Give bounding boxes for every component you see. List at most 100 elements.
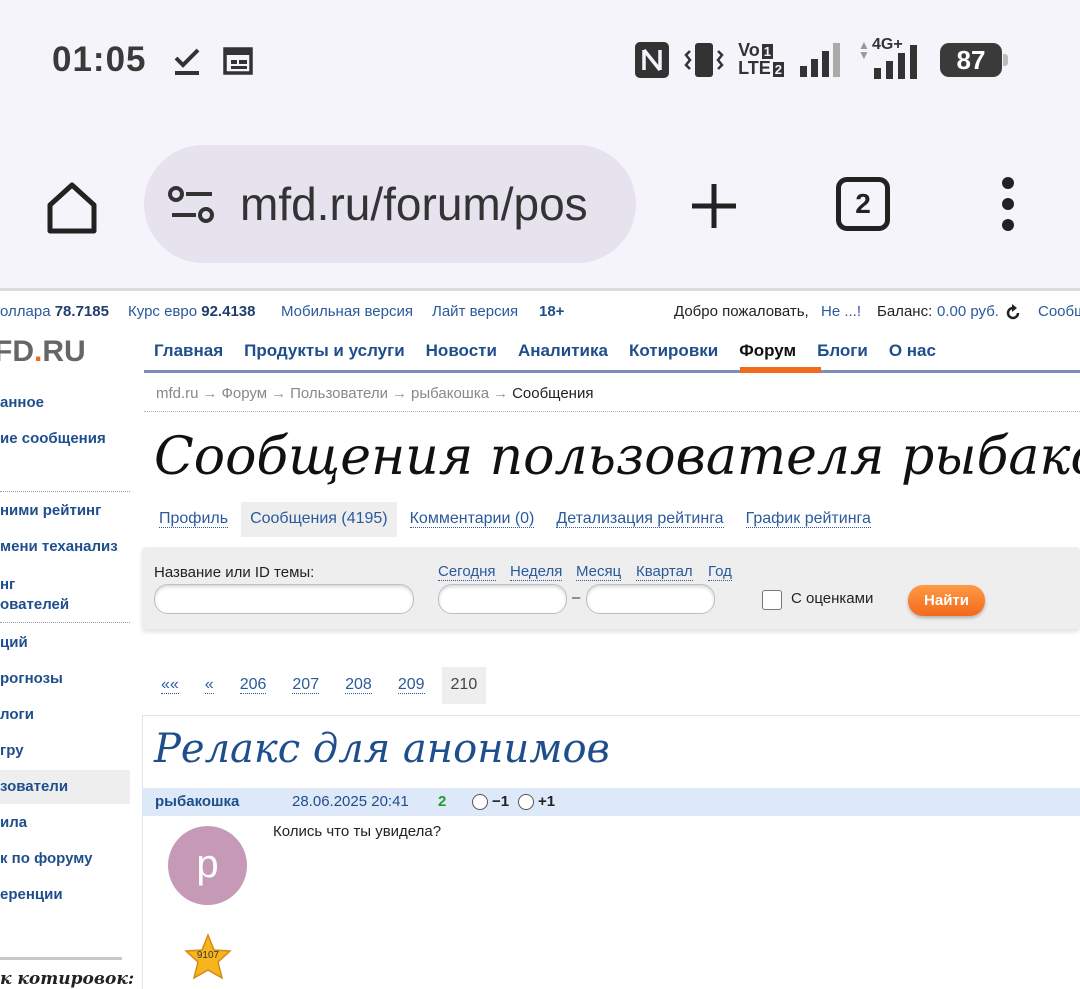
- nav-forum[interactable]: Форум: [739, 341, 796, 361]
- nav-underline: [144, 370, 1080, 373]
- pagination: «« « 206 207 208 209 210: [152, 667, 494, 704]
- with-ratings-checkbox[interactable]: [762, 590, 782, 610]
- nav-products[interactable]: Продукты и услуги: [244, 341, 405, 361]
- sidebar-separator: [0, 622, 130, 623]
- more-vert-icon[interactable]: [996, 177, 1020, 237]
- refresh-icon[interactable]: [1004, 304, 1022, 322]
- tabs-icon[interactable]: 2: [836, 177, 890, 231]
- new-tab-icon[interactable]: [686, 178, 742, 234]
- pager-page[interactable]: 207: [283, 667, 328, 704]
- sidebar-item-forum-search[interactable]: к по форуму: [0, 849, 93, 869]
- euro-rate-label: Курс евро: [128, 303, 198, 320]
- nfc-icon: [635, 42, 670, 78]
- breadcrumb-item[interactable]: mfd.ru: [156, 385, 199, 402]
- date-to-input[interactable]: [586, 584, 715, 614]
- post-body: Колись что ты увидела?: [273, 823, 442, 840]
- period-today[interactable]: Сегодня: [438, 564, 496, 581]
- sidebar-separator: [0, 491, 130, 492]
- user-link[interactable]: Не ...!: [821, 303, 861, 320]
- balance-label: Баланс:: [877, 303, 933, 320]
- pager-page[interactable]: 209: [389, 667, 434, 704]
- tab-rating-details[interactable]: Детализация рейтинга: [547, 502, 732, 537]
- breadcrumb: mfd.ru → Форум → Пользователи → рыбакошка → Сооб…: [156, 385, 594, 402]
- web-page: оллара 78.7185 Курс евро 92.4138 Мобильн…: [0, 291, 1080, 989]
- main-nav: Главная Продукты и услуги Новости Аналит…: [154, 341, 957, 361]
- dollar-rate-label: оллара: [0, 303, 51, 320]
- home-button[interactable]: [40, 175, 104, 239]
- avatar[interactable]: p: [168, 826, 247, 905]
- status-time: 01:05: [52, 40, 147, 79]
- sidebar-separator-thick: [0, 957, 122, 960]
- date-separator: –: [572, 589, 581, 606]
- sidebar-item-users[interactable]: зователи: [0, 777, 68, 797]
- sidebar-item-users-rating[interactable]: нг ователей: [0, 575, 69, 615]
- nav-about[interactable]: О нас: [889, 341, 936, 361]
- topic-input[interactable]: [154, 584, 414, 614]
- period-week[interactable]: Неделя: [510, 564, 563, 581]
- messages-link-cut[interactable]: Сообщ: [1038, 303, 1080, 320]
- date-from-input[interactable]: [438, 584, 567, 614]
- vote-minus-radio[interactable]: [472, 794, 488, 810]
- url-text[interactable]: mfd.ru/forum/pos: [240, 177, 612, 231]
- sidebar-quotes-heading: к котировок:: [0, 969, 135, 989]
- sidebar-item-ideas[interactable]: ций: [0, 633, 28, 653]
- period-year[interactable]: Год: [708, 564, 732, 581]
- sidebar-item-game[interactable]: гру: [0, 741, 24, 761]
- breadcrumb-item[interactable]: рыбакошка: [411, 385, 489, 402]
- volte-icon: Vo 1 LTE 2: [738, 40, 784, 78]
- post-topic-title[interactable]: Релакс для анонимов: [154, 726, 610, 772]
- status-bar: 01:05 Vo 1 LTE 2 4G+ ▲ ▼ 87: [0, 0, 1080, 125]
- page-title: Сообщения пользователя рыбакошка: [154, 427, 1080, 487]
- nav-news[interactable]: Новости: [426, 341, 497, 361]
- vote-plus-label: +1: [538, 793, 556, 810]
- find-button[interactable]: Найти: [908, 585, 985, 616]
- sidebar-item-techanalysis[interactable]: мени теханализ: [0, 537, 118, 557]
- breadcrumb-divider: [144, 411, 1080, 412]
- post-date[interactable]: 28.06.2025 20:41: [292, 793, 409, 810]
- sidebar-item-latest-messages[interactable]: ие сообщения: [0, 429, 106, 449]
- sidebar-item-forecasts[interactable]: рогнозы: [0, 669, 63, 689]
- address-bar[interactable]: mfd.ru/forum/pos: [144, 145, 636, 263]
- with-ratings-label: С оценками: [791, 590, 874, 607]
- sidebar-item-rating[interactable]: ними рейтинг: [0, 501, 101, 521]
- sidebar-item-selected-topics[interactable]: анное: [0, 393, 44, 413]
- period-quarter[interactable]: Квартал: [636, 564, 693, 581]
- pager-first[interactable]: ««: [152, 667, 188, 704]
- pager-page[interactable]: 206: [231, 667, 276, 704]
- profile-tabs: Профиль Сообщения (4195) Комментарии (0)…: [150, 502, 884, 537]
- breadcrumb-item[interactable]: Пользователи: [290, 385, 388, 402]
- nav-analytics[interactable]: Аналитика: [518, 341, 608, 361]
- tab-rating-chart[interactable]: График рейтинга: [737, 502, 880, 537]
- vote-minus-label: −1: [492, 793, 510, 810]
- vibrate-icon: [684, 43, 724, 77]
- pager-prev[interactable]: «: [196, 667, 223, 704]
- breadcrumb-current: Сообщения: [512, 385, 594, 402]
- sidebar-item-conferences[interactable]: еренции: [0, 885, 63, 905]
- nav-blogs[interactable]: Блоги: [817, 341, 868, 361]
- tab-messages[interactable]: Сообщения (4195): [241, 502, 397, 537]
- period-month[interactable]: Месяц: [576, 564, 622, 581]
- balance-value[interactable]: 0.00 руб.: [937, 303, 999, 320]
- tab-comments[interactable]: Комментарии (0): [401, 502, 544, 537]
- nav-home[interactable]: Главная: [154, 341, 223, 361]
- sidebar-item-label: нг: [0, 576, 16, 593]
- calendar-icon: [223, 47, 253, 75]
- site-settings-icon[interactable]: [168, 185, 216, 225]
- tab-profile[interactable]: Профиль: [150, 502, 237, 537]
- nav-quotes[interactable]: Котировки: [629, 341, 718, 361]
- sidebar-item-rules[interactable]: ила: [0, 813, 27, 833]
- lite-version-link[interactable]: Лайт версия: [432, 303, 518, 320]
- post-author[interactable]: рыбакошка: [155, 793, 239, 810]
- site-logo[interactable]: FD.RU: [0, 335, 86, 369]
- mobile-version-link[interactable]: Мобильная версия: [281, 303, 413, 320]
- pager-current-page: 210: [441, 667, 487, 704]
- pager-page[interactable]: 208: [336, 667, 381, 704]
- sidebar-item-blogs[interactable]: логи: [0, 705, 34, 725]
- age-badge: 18+: [539, 303, 565, 320]
- breadcrumb-item[interactable]: Форум: [222, 385, 268, 402]
- dollar-rate-value: 78.7185: [54, 303, 109, 320]
- download-done-icon: [174, 48, 200, 75]
- vote-plus-radio[interactable]: [518, 794, 534, 810]
- browser-toolbar: mfd.ru/forum/pos 2: [0, 125, 1080, 288]
- nav-active-indicator: [740, 367, 821, 373]
